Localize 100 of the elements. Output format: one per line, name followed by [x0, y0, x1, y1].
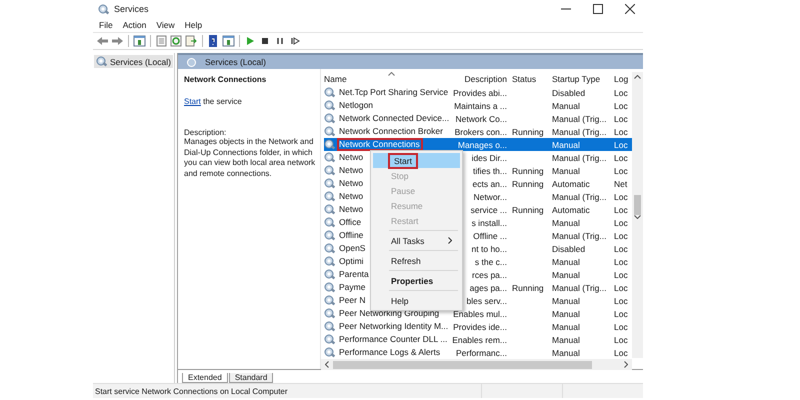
- table-cell: Loc: [614, 282, 628, 292]
- selected-row[interactable]: Network Connections Manages o... Manual Loc: [324, 138, 632, 151]
- column-header[interactable]: Log: [614, 74, 628, 84]
- console-icon[interactable]: [222, 35, 235, 47]
- table-cell: Manual (Trig...: [552, 126, 606, 136]
- scrollbar-thumb[interactable]: [333, 360, 592, 368]
- menu-item[interactable]: View: [156, 20, 175, 30]
- column-header[interactable]: Status: [512, 74, 536, 84]
- table-cell-text: Netlogon: [338, 99, 374, 112]
- menu-item[interactable]: Start: [373, 153, 460, 168]
- table-cell: Loc: [614, 308, 628, 318]
- table-cell: rces pa...: [472, 270, 507, 280]
- table-cell: Provides ide...: [453, 322, 507, 332]
- table-cell: Enables mul...: [453, 308, 507, 318]
- table-cell-text: Parenta: [338, 268, 370, 281]
- menu-item[interactable]: Action: [122, 20, 146, 30]
- table-cell: Manual (Trig...: [552, 152, 606, 162]
- table-cell: Manual: [552, 322, 580, 332]
- table-cell-text: Netwo: [338, 164, 364, 177]
- table-cell: Disabled: [552, 88, 586, 98]
- column-header[interactable]: Name: [324, 74, 347, 84]
- horizontal-scrollbar[interactable]: [321, 359, 632, 370]
- menu-item[interactable]: File: [99, 20, 113, 30]
- maximize-icon[interactable]: [593, 4, 603, 14]
- document-icon[interactable]: [155, 35, 168, 47]
- table-cell: Manages o...: [458, 140, 507, 150]
- forward-arrow-icon[interactable]: [111, 35, 124, 47]
- table-cell: Manual (Trig...: [552, 192, 606, 202]
- table-cell-text: Office: [338, 216, 362, 229]
- table-cell: Loc: [614, 296, 628, 306]
- export-icon[interactable]: [185, 35, 198, 47]
- window-title: Services: [114, 4, 149, 14]
- table-cell: Loc: [614, 348, 628, 358]
- table-cell: Net: [614, 178, 628, 188]
- table-cell-text: Peer Networking Identity M...: [338, 320, 450, 333]
- description-label: Description:: [184, 128, 228, 137]
- action-text: Start the service: [184, 97, 243, 106]
- table-cell: Manual: [552, 100, 580, 110]
- table-cell: ects an...: [472, 178, 507, 188]
- table-cell: Manual (Trig...: [552, 282, 606, 292]
- view-tab[interactable]: Standard: [228, 373, 274, 383]
- table-cell-text: Netwo: [338, 151, 364, 164]
- menu-item[interactable]: Refresh: [373, 253, 460, 268]
- view-tab[interactable]: Extended: [182, 373, 228, 383]
- table-cell: Running: [512, 166, 544, 176]
- table-cell: Loc: [614, 88, 628, 98]
- table-cell: service ...: [470, 204, 507, 214]
- table-cell: Manual: [552, 348, 580, 358]
- help-icon[interactable]: [207, 35, 220, 47]
- tree-item[interactable]: Services (Local): [94, 55, 173, 68]
- table-cell-text: Peer Networking Grouping: [338, 307, 440, 320]
- table-cell: Loc: [614, 218, 628, 228]
- table-cell: Manual: [552, 334, 580, 344]
- table-cell: bles serv...: [466, 296, 507, 306]
- table-cell: Loc: [614, 256, 628, 266]
- table-cell-text: Net.Tcp Port Sharing Service: [338, 86, 450, 99]
- table-cell: Running: [512, 178, 544, 188]
- table-cell: tifies th...: [472, 166, 507, 176]
- table-cell: Performanc...: [456, 348, 507, 358]
- table-cell: Loc: [614, 126, 628, 136]
- table-cell: s the c...: [474, 256, 507, 266]
- table-cell-text: Network Connected Device...: [338, 112, 450, 125]
- service-title: Network Connections: [184, 75, 268, 84]
- table-cell-text: OpenS: [338, 242, 366, 255]
- column-header[interactable]: Description: [464, 74, 507, 84]
- table-cell: Loc: [614, 114, 628, 124]
- table-cell: nt to ho...: [472, 244, 507, 254]
- table-cell-text: Optimi: [338, 255, 365, 268]
- table-cell: Enables rem...: [452, 334, 507, 344]
- table-cell: ides Dir...: [472, 152, 507, 162]
- table-cell: Running: [512, 204, 544, 214]
- menu-item[interactable]: Help: [373, 293, 460, 308]
- column-header[interactable]: Startup Type: [552, 74, 600, 84]
- chevron-right-icon: [448, 237, 452, 244]
- scrollbar-thumb[interactable]: [634, 195, 641, 215]
- vertical-scrollbar[interactable]: [632, 72, 643, 358]
- table-cell: Automatic: [552, 178, 590, 188]
- table-cell: s install...: [472, 218, 507, 228]
- table-cell: Manual: [552, 308, 580, 318]
- menu-item[interactable]: All Tasks: [373, 233, 460, 248]
- table-cell: Loc: [614, 166, 628, 176]
- table-cell: Loc: [614, 204, 628, 214]
- table-cell: Offline ...: [473, 230, 507, 240]
- table-cell: Running: [512, 126, 544, 136]
- table-cell: Provides abi...: [453, 88, 507, 98]
- back-arrow-icon[interactable]: [96, 35, 109, 47]
- menu-item[interactable]: Help: [184, 20, 202, 30]
- description-text: Manages objects in the Network and Dial-Up Connections folder, in which you can view both local area network and remote connections.: [184, 137, 316, 179]
- table-cell-text: Netwo: [338, 203, 364, 216]
- table-cell-text: Performance Logs & Alerts: [338, 346, 442, 359]
- table-cell: Brokers con...: [454, 126, 507, 136]
- close-icon[interactable]: [625, 4, 635, 14]
- table-cell: Manual: [552, 256, 580, 266]
- refresh-icon[interactable]: [170, 35, 183, 47]
- menu-item[interactable]: Properties: [373, 273, 460, 288]
- resume-icon[interactable]: [289, 35, 302, 47]
- table-cell-text: Peer N: [338, 294, 366, 307]
- table-cell: Loc: [614, 244, 628, 254]
- console-icon[interactable]: [133, 35, 146, 47]
- start-link[interactable]: Start: [184, 97, 201, 106]
